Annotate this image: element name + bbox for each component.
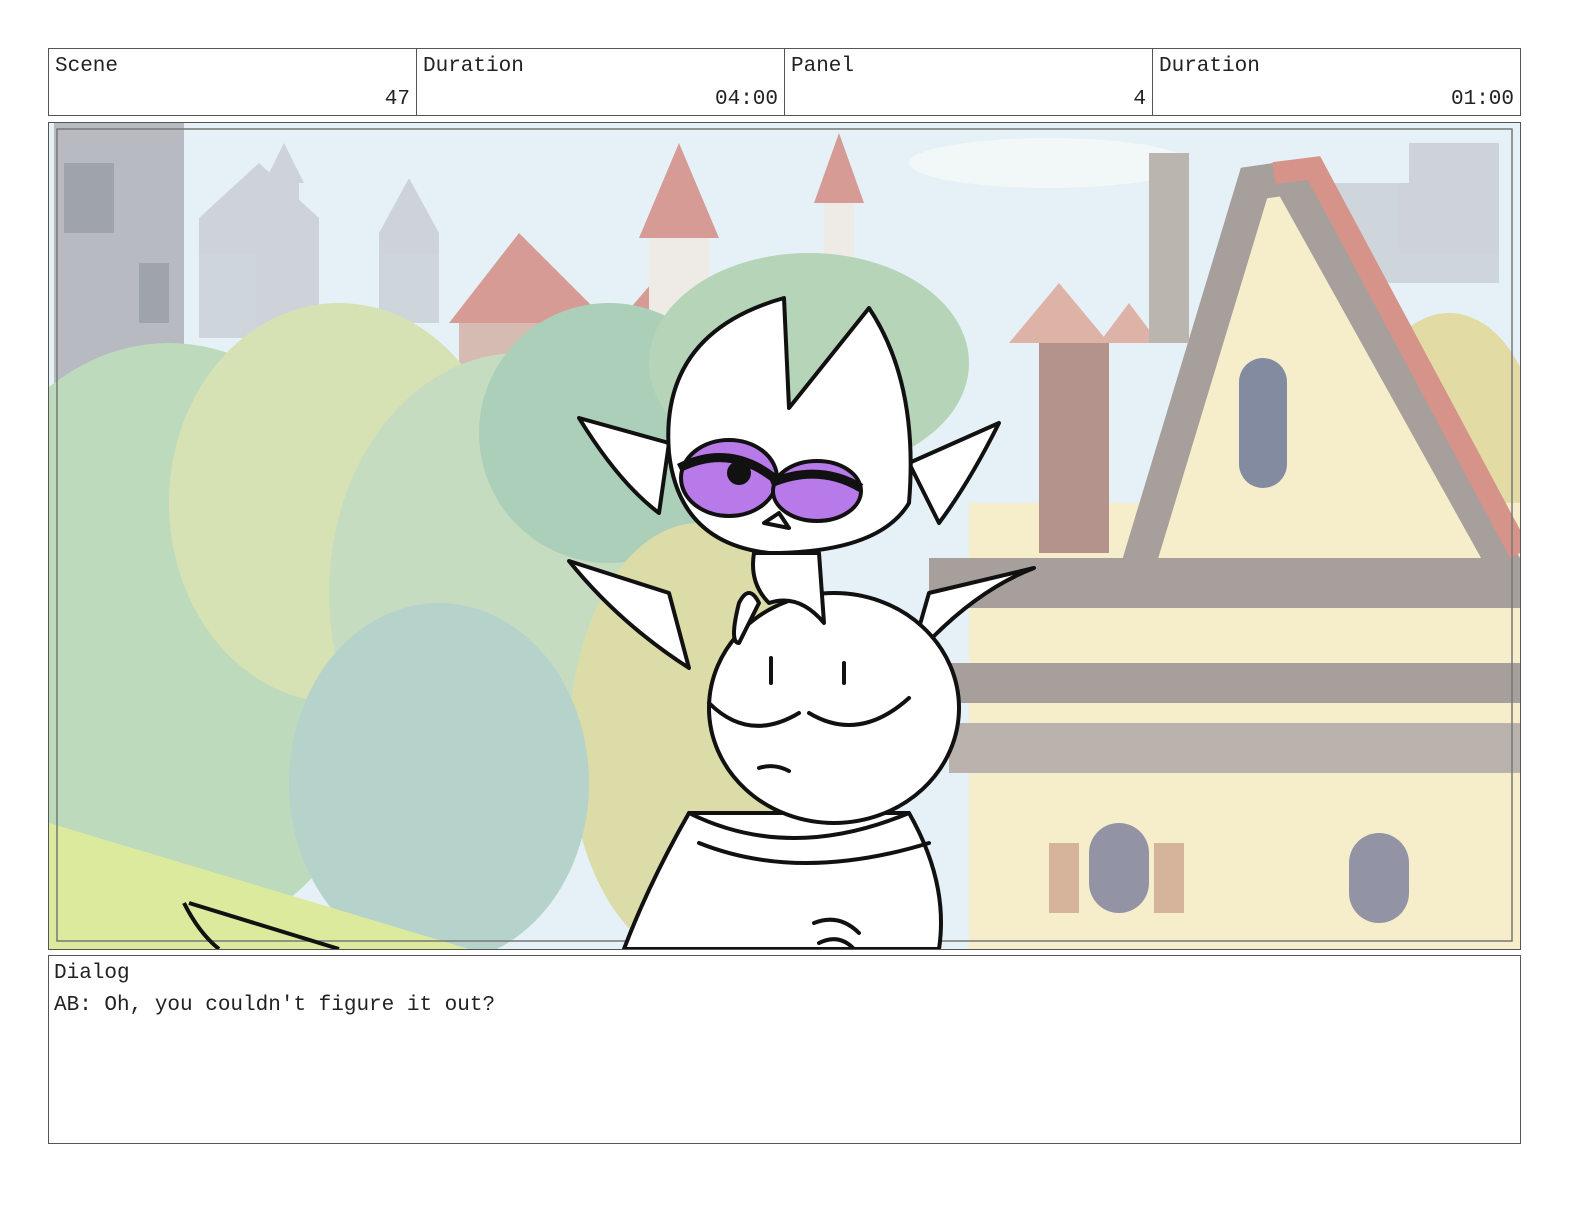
scene-duration-cell: Duration 04:00: [417, 49, 785, 115]
dialog-text: AB: Oh, you couldn't figure it out?: [54, 994, 496, 1017]
scene-duration-label: Duration: [423, 55, 524, 78]
dialog-box: Dialog AB: Oh, you couldn't figure it ou…: [48, 955, 1521, 1144]
panel-duration-label: Duration: [1159, 55, 1260, 78]
panel-cell: Panel 4: [785, 49, 1153, 115]
scene-duration-value: 04:00: [714, 88, 778, 111]
panel-duration-cell: Duration 01:00: [1153, 49, 1520, 115]
panel-label: Panel: [791, 55, 855, 78]
scene-cell: Scene 47: [49, 49, 417, 115]
storyboard-frame: [48, 122, 1521, 950]
storyboard-illustration: [49, 123, 1520, 949]
panel-header: Scene 47 Duration 04:00 Panel 4 Duration…: [48, 48, 1521, 116]
panel-number: 4: [1133, 88, 1146, 111]
panel-duration-value: 01:00: [1450, 88, 1514, 111]
dialog-label: Dialog: [54, 962, 130, 985]
scene-label: Scene: [55, 55, 119, 78]
pupil-left: [727, 461, 751, 485]
scene-number: 47: [384, 88, 410, 111]
